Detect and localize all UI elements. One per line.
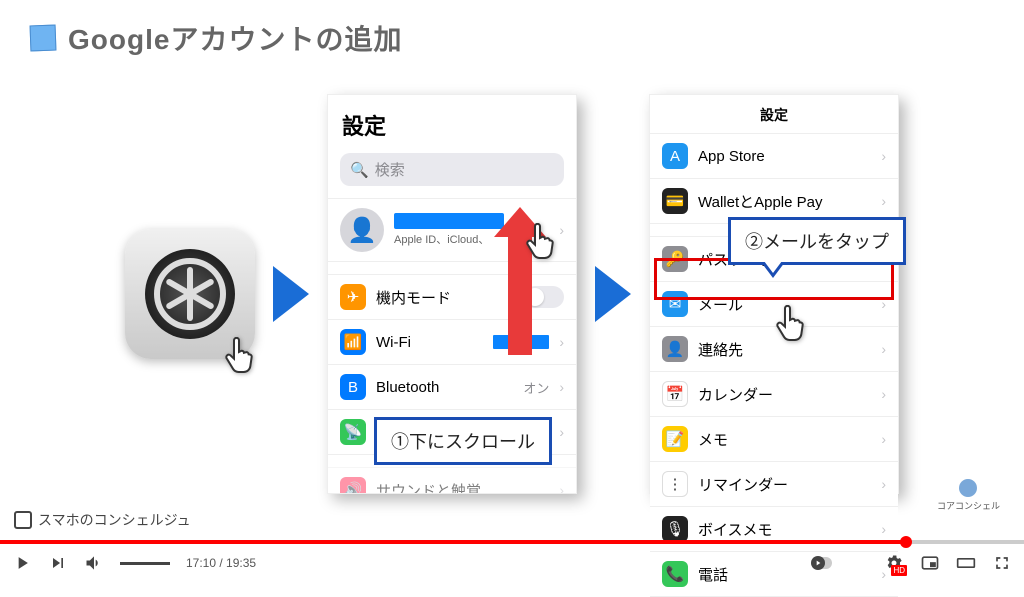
row-voicememos[interactable]: 🎙 ボイスメモ › — [650, 507, 898, 552]
key-icon: 🔑 — [662, 246, 688, 272]
name-redacted — [394, 213, 504, 229]
phone1-title: 設定 — [328, 95, 576, 149]
row-phone[interactable]: 📞 電話 › — [650, 552, 898, 597]
calendar-label: カレンダー — [698, 384, 871, 405]
chevron-right-icon: › — [881, 476, 886, 492]
chevron-right-icon: › — [881, 386, 886, 402]
chevron-right-icon: › — [559, 379, 564, 395]
callout-step1: ①下にスクロール — [374, 417, 552, 465]
arrow-1 — [273, 266, 309, 322]
gear-icon — [145, 249, 235, 339]
video-frame: Googleアカウントの追加 設定 🔍 検索 — [0, 0, 1024, 540]
row-reminders[interactable]: ⋮ リマインダー › — [650, 462, 898, 507]
notes-icon: 📝 — [662, 426, 688, 452]
time-current: 17:10 — [186, 556, 216, 570]
chevron-right-icon: › — [881, 148, 886, 164]
channel-name: スマホのコンシェルジュ — [38, 510, 191, 530]
contacts-icon: 👤 — [662, 336, 688, 362]
reminders-label: リマインダー — [698, 474, 871, 495]
search-icon: 🔍 — [350, 161, 369, 179]
channel-icon — [14, 511, 32, 529]
search-field[interactable]: 🔍 検索 — [340, 153, 564, 186]
header-square-icon — [30, 25, 57, 52]
next-button[interactable] — [48, 553, 68, 573]
chevron-right-icon: › — [881, 193, 886, 209]
row-notes[interactable]: 📝 メモ › — [650, 417, 898, 462]
row-calendar[interactable]: 📅 カレンダー › — [650, 372, 898, 417]
time-display: 17:10 / 19:35 — [186, 556, 256, 570]
brand-text: コアコンシェル — [937, 501, 1000, 511]
play-button[interactable] — [12, 553, 32, 573]
row-airplane[interactable]: ✈ 機内モード — [328, 274, 576, 320]
voicememos-icon: 🎙 — [662, 516, 688, 542]
chevron-right-icon: › — [559, 222, 564, 238]
row-bluetooth[interactable]: B Bluetooth オン › — [328, 365, 576, 410]
slide-title: Googleアカウントの追加 — [68, 18, 402, 58]
progress-bar[interactable] — [0, 540, 1024, 544]
volume-slider[interactable] — [120, 562, 170, 565]
brand-logo: コアコンシェル — [937, 479, 1000, 512]
callout-step2: ②メールをタップ — [728, 217, 906, 265]
progress-fill — [0, 540, 906, 544]
chevron-right-icon: › — [559, 424, 564, 440]
hd-badge: HD — [891, 565, 907, 576]
tap-hand-icon — [770, 305, 810, 345]
settings-button[interactable]: HD — [884, 553, 904, 573]
airplane-label: 機内モード — [376, 287, 514, 308]
time-total: 19:35 — [226, 556, 256, 570]
phone2-title: 設定 — [650, 95, 898, 134]
volume-button[interactable] — [84, 553, 104, 573]
brand-mark-icon — [959, 479, 977, 497]
phone-settings-list: 設定 A App Store › 💳 WalletとApple Pay › 🔑 … — [649, 94, 899, 494]
appstore-label: App Store — [698, 148, 871, 165]
mail-icon: ✉ — [662, 291, 688, 317]
appstore-icon: A — [662, 143, 688, 169]
row-appstore[interactable]: A App Store › — [650, 134, 898, 179]
slide-body: 設定 🔍 検索 👤 Apple ID、iCloud、 › ✈ 機内モード 📶 — [0, 68, 1024, 540]
tap-hand-icon — [520, 223, 560, 263]
phone-label: 電話 — [698, 564, 871, 585]
sound-icon: 🔊 — [340, 477, 366, 494]
phone-settings-main: 設定 🔍 検索 👤 Apple ID、iCloud、 › ✈ 機内モード 📶 — [327, 94, 577, 494]
airplane-icon: ✈ — [340, 284, 366, 310]
theater-button[interactable] — [956, 553, 976, 573]
miniplayer-button[interactable] — [920, 553, 940, 573]
chevron-right-icon: › — [881, 296, 886, 312]
chevron-right-icon: › — [881, 431, 886, 447]
reminders-icon: ⋮ — [662, 471, 688, 497]
chevron-right-icon: › — [559, 482, 564, 494]
chevron-right-icon: › — [559, 334, 564, 350]
calendar-icon: 📅 — [662, 381, 688, 407]
search-placeholder: 検索 — [375, 159, 405, 180]
bluetooth-label: Bluetooth — [376, 379, 513, 396]
wallet-icon: 💳 — [662, 188, 688, 214]
bluetooth-value: オン — [523, 378, 549, 397]
avatar-icon: 👤 — [340, 208, 384, 252]
bluetooth-icon: B — [340, 374, 366, 400]
sound-label: サウンドと触覚 — [376, 480, 549, 495]
settings-app-icon-wrap — [125, 229, 255, 359]
wifi-label: Wi-Fi — [376, 334, 483, 351]
voicememos-label: ボイスメモ — [698, 519, 871, 540]
phone-icon: 📞 — [662, 561, 688, 587]
channel-crumb[interactable]: スマホのコンシェルジュ — [14, 510, 191, 530]
tap-hand-icon — [219, 337, 259, 377]
chevron-right-icon: › — [881, 341, 886, 357]
row-sound[interactable]: 🔊 サウンドと触覚 › — [328, 467, 576, 494]
wifi-icon: 📶 — [340, 329, 366, 355]
fullscreen-button[interactable] — [992, 553, 1012, 573]
chevron-right-icon: › — [881, 521, 886, 537]
arrow-2 — [595, 266, 631, 322]
cellular-icon: 📡 — [340, 419, 366, 445]
row-wifi[interactable]: 📶 Wi-Fi › — [328, 320, 576, 365]
wallet-label: WalletとApple Pay — [698, 191, 871, 212]
notes-label: メモ — [698, 429, 871, 450]
slide-header: Googleアカウントの追加 — [0, 0, 1024, 68]
